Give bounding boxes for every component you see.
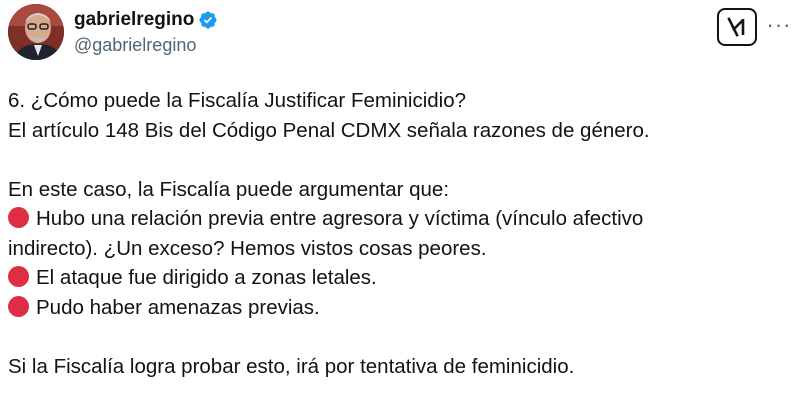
bullet-item: Pudo haber amenazas previas. [8, 293, 792, 323]
grok-icon [727, 17, 745, 37]
author-info: gabrielregino @gabrielregino [74, 8, 218, 56]
red-circle-icon [8, 207, 29, 228]
bullet-item: Hubo una relación previa entre agresora … [8, 204, 792, 234]
tweet-line: En este caso, la Fiscalía puede argument… [8, 177, 450, 201]
avatar-photo [8, 4, 64, 60]
bullet-text: El ataque fue dirigido a zonas letales. [36, 266, 377, 289]
grok-button[interactable] [717, 8, 757, 46]
more-options-icon: ··· [766, 12, 792, 37]
tweet-header: gabrielregino @gabrielregino ··· [8, 4, 792, 64]
bullet-text: Pudo haber amenazas previas. [36, 295, 320, 319]
display-name[interactable]: gabrielregino [74, 9, 194, 31]
bullet-item: El ataque fue dirigido a zonas letales. [8, 263, 792, 293]
display-name-row: gabrielregino [74, 8, 218, 32]
author-handle[interactable]: @gabrielregino [74, 35, 218, 56]
more-options-button[interactable]: ··· [766, 12, 792, 38]
tweet-line: Si la Fiscalía logra probar esto, irá po… [8, 354, 575, 378]
red-circle-icon [8, 295, 29, 317]
tweet-line: El artículo 148 Bis del Código Penal CDM… [8, 118, 650, 142]
bullet-continuation: indirecto). ¿Un exceso? Hemos vistos cos… [8, 236, 487, 260]
red-circle-icon [8, 266, 29, 287]
verified-badge-icon [198, 10, 218, 30]
tweet-text: 6. ¿Cómo puede la Fiscalía Justificar Fe… [8, 86, 792, 381]
avatar[interactable] [8, 4, 64, 60]
tweet-line: 6. ¿Cómo puede la Fiscalía Justificar Fe… [8, 89, 467, 112]
bullet-text: Hubo una relación previa entre agresora … [36, 207, 644, 230]
